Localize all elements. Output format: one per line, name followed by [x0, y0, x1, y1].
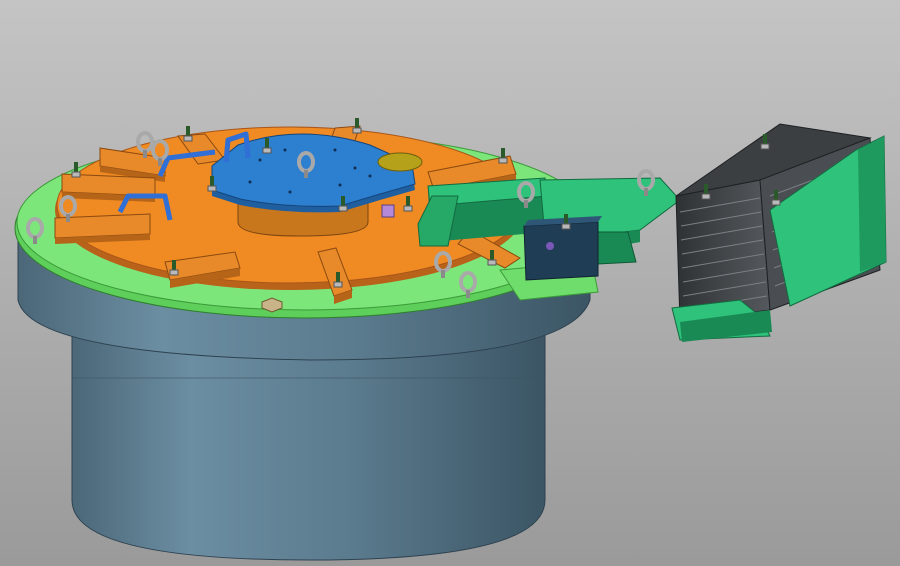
assembly-model[interactable] — [0, 0, 900, 566]
cad-viewport[interactable] — [0, 0, 900, 566]
